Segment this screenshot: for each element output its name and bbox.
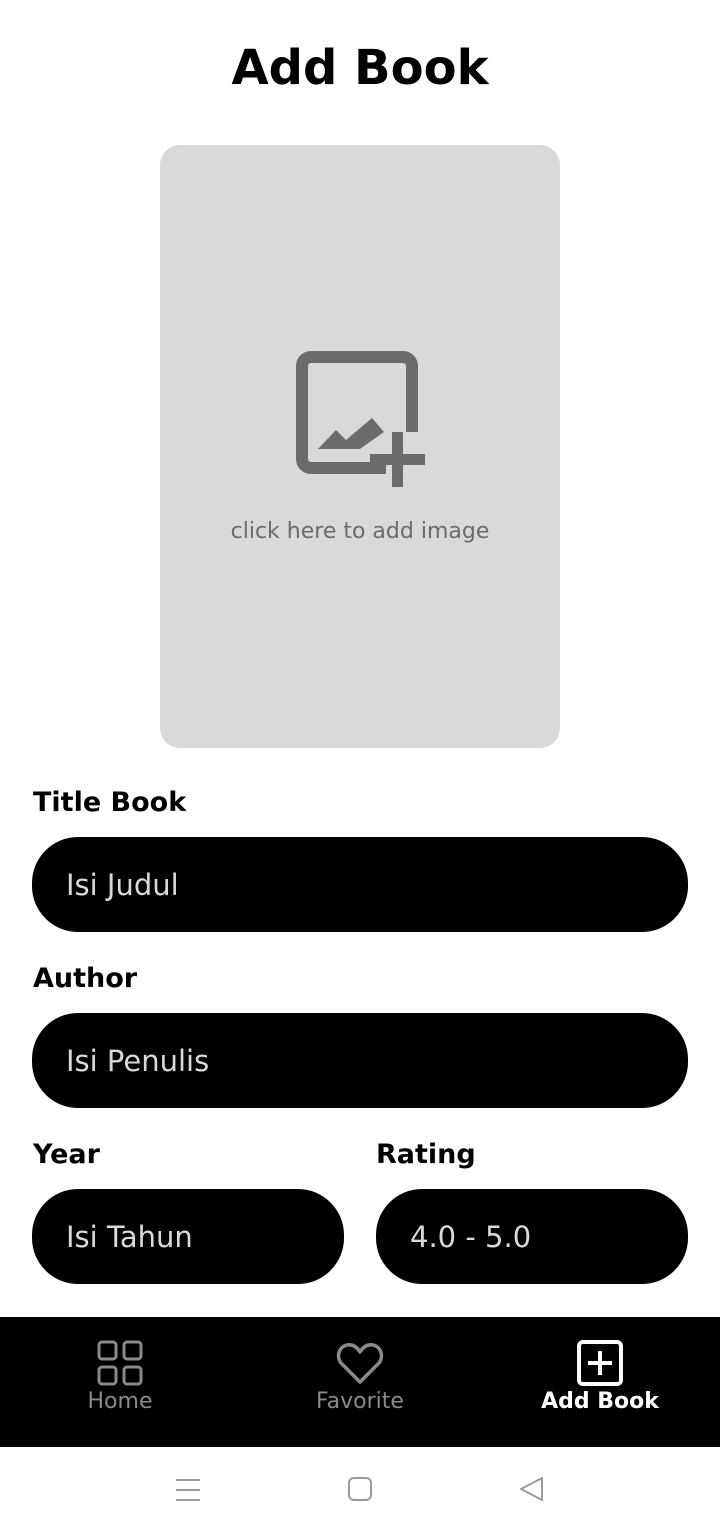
rating-label: Rating <box>376 1139 476 1170</box>
bottom-nav: Home Favorite Add Book <box>0 1317 720 1447</box>
title-field[interactable] <box>32 837 688 932</box>
author-input[interactable] <box>64 1042 688 1079</box>
nav-add-book-label: Add Book <box>541 1389 659 1414</box>
page-title: Add Book <box>231 40 489 96</box>
nav-home[interactable]: Home <box>0 1317 240 1447</box>
add-photo-icon <box>296 351 436 496</box>
nav-add-book[interactable]: Add Book <box>480 1317 720 1447</box>
nav-home-label: Home <box>87 1389 153 1414</box>
author-field[interactable] <box>32 1013 688 1108</box>
image-picker[interactable]: click here to add image <box>160 145 560 748</box>
year-input[interactable] <box>64 1218 344 1255</box>
add-image-hint: click here to add image <box>230 519 490 544</box>
title-label: Title Book <box>33 787 187 818</box>
heart-icon <box>336 1343 384 1384</box>
grid-icon <box>97 1340 143 1386</box>
back-triangle-icon[interactable] <box>512 1473 552 1507</box>
year-label: Year <box>33 1139 100 1170</box>
nav-favorite-label: Favorite <box>316 1389 404 1414</box>
home-square-icon[interactable] <box>340 1473 380 1507</box>
author-label: Author <box>33 963 138 994</box>
menu-icon[interactable] <box>168 1473 208 1507</box>
year-field[interactable] <box>32 1189 344 1284</box>
add-square-icon <box>577 1340 623 1386</box>
nav-favorite[interactable]: Favorite <box>240 1317 480 1447</box>
title-input[interactable] <box>64 866 688 903</box>
system-nav-bar <box>0 1447 720 1535</box>
rating-input[interactable] <box>408 1218 688 1255</box>
rating-field[interactable] <box>376 1189 688 1284</box>
